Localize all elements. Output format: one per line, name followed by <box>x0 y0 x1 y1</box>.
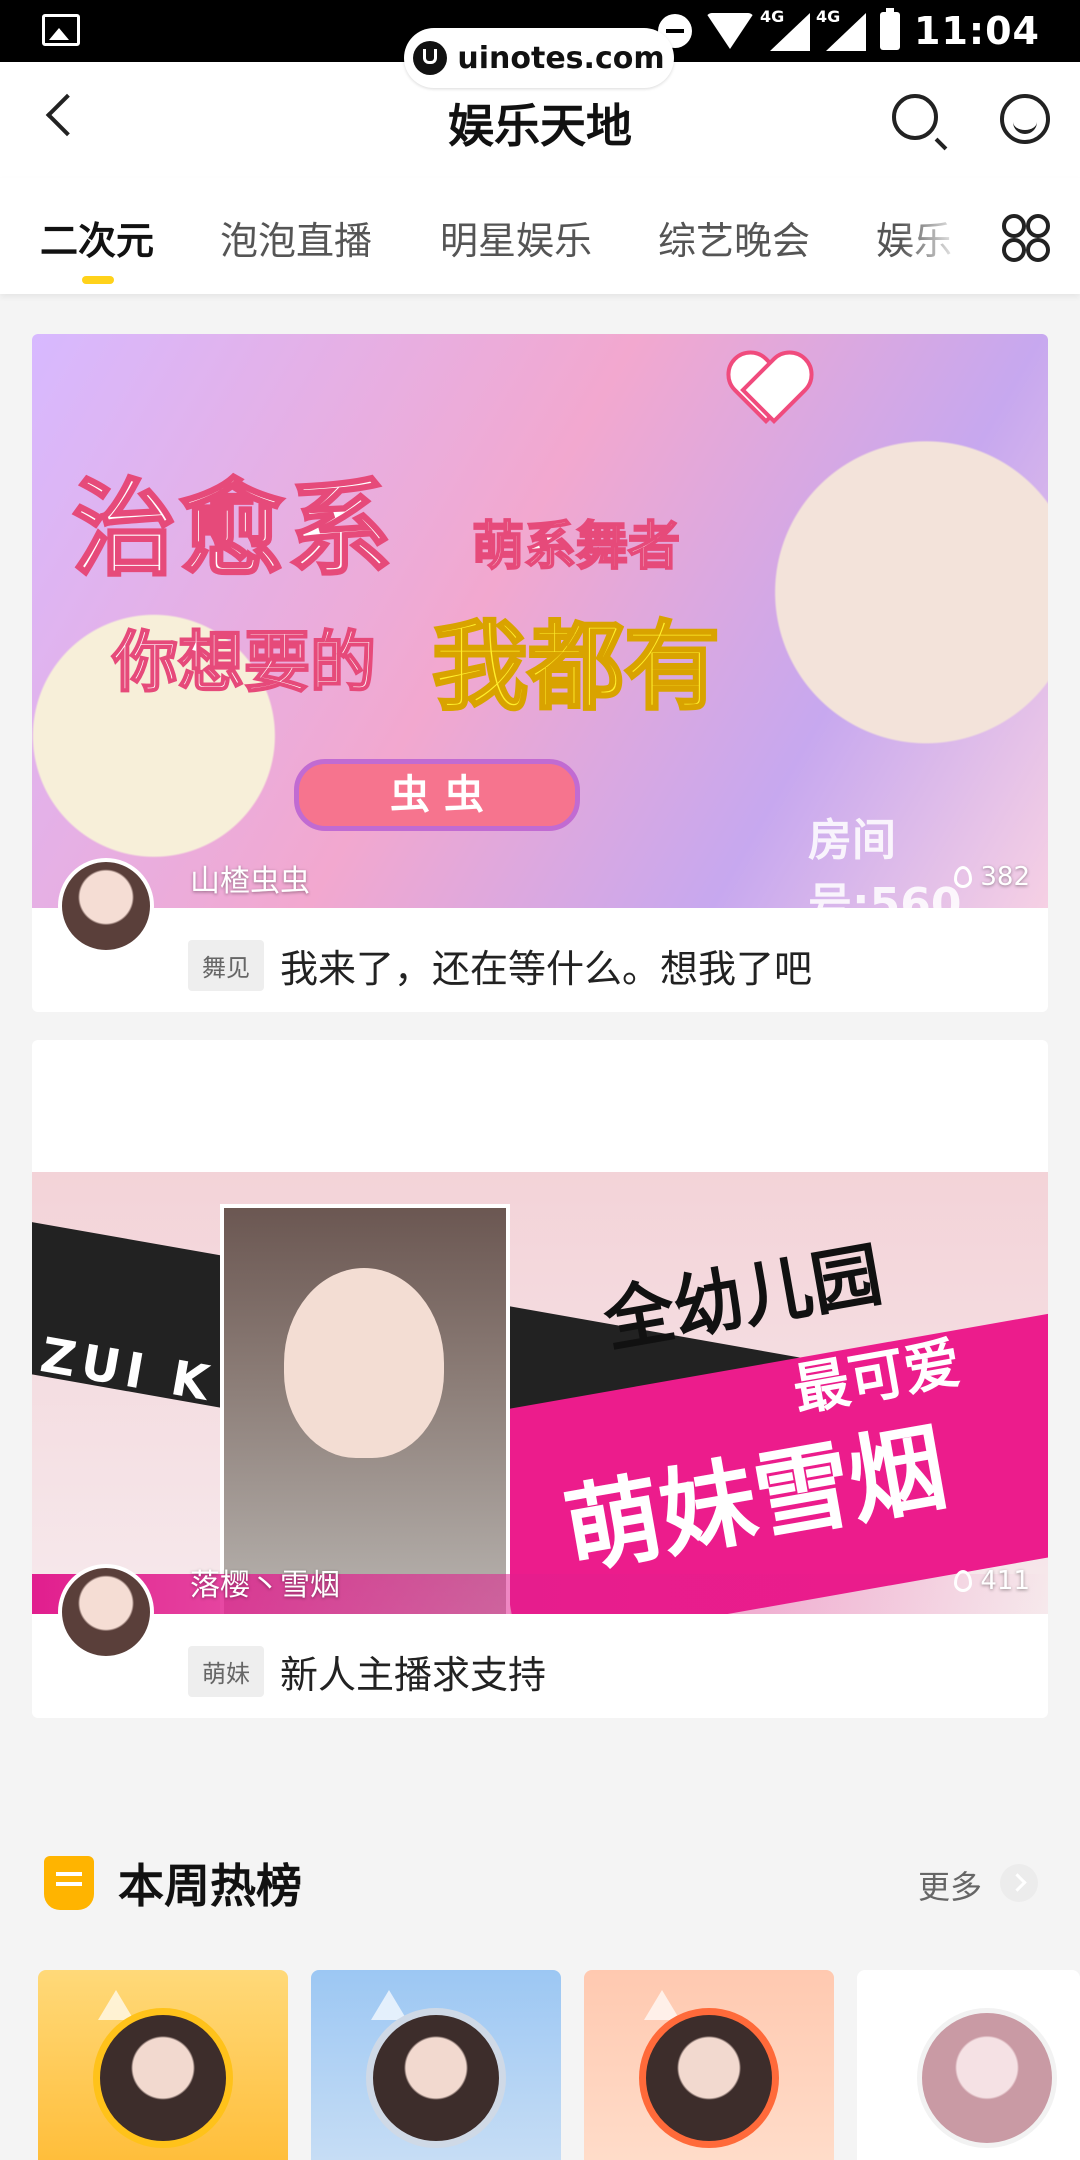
fire-icon <box>954 1570 973 1592</box>
live-cover-image[interactable]: ZUI K 全幼儿园 最可爱 萌妹雪烟 落樱丶雪烟 411 <box>32 1172 1048 1614</box>
fire-icon <box>954 866 973 888</box>
hot-rank-card-2[interactable] <box>311 1970 561 2160</box>
live-card[interactable]: ZUI K 全幼儿园 最可爱 萌妹雪烟 落樱丶雪烟 411 萌妹 新人主播求支持 <box>32 1040 1048 1718</box>
tab-variety-show[interactable]: 综艺晚会 <box>658 210 810 265</box>
live-card[interactable]: 治愈系 萌系舞者 你想要的 我都有 虫 虫 房间号:560 山楂虫虫 382 舞… <box>32 334 1048 1012</box>
card-caption-row: 萌妹 新人主播求支持 <box>188 1644 546 1699</box>
live-caption: 新人主播求支持 <box>280 1653 547 1697</box>
cover-text: 治愈系 <box>70 467 397 592</box>
streamer-avatar[interactable] <box>58 858 154 954</box>
more-link[interactable]: 更多 <box>918 1862 982 1908</box>
hot-rank-card-4[interactable] <box>857 1970 1080 2160</box>
card-caption-row: 舞见 我来了，还在等什么。想我了吧 <box>188 938 812 993</box>
rank-avatar <box>639 2008 779 2148</box>
heart-decoration <box>732 354 802 424</box>
hot-list-icon <box>44 1856 94 1910</box>
tab-erciyuan[interactable]: 二次元 <box>40 210 154 265</box>
rank-avatar <box>93 2008 233 2148</box>
category-tabs: 二次元 泡泡直播 明星娱乐 综艺晚会 娱乐 <box>0 178 1080 294</box>
watermark-badge: uinotes.com <box>404 28 674 88</box>
view-count: 382 <box>954 862 1030 892</box>
live-cover-image[interactable]: 治愈系 萌系舞者 你想要的 我都有 虫 虫 房间号:560 山楂虫虫 382 <box>32 334 1048 930</box>
search-icon[interactable] <box>892 94 938 140</box>
tab-star-entertainment[interactable]: 明星娱乐 <box>440 210 592 265</box>
section-title: 本周热榜 <box>118 1859 302 1913</box>
cover-text: 你想要的 <box>111 623 377 702</box>
chevron-right-icon[interactable] <box>1000 1864 1038 1902</box>
view-count-value: 411 <box>980 1566 1030 1596</box>
wifi-icon <box>706 13 755 49</box>
watermark-text: uinotes.com <box>457 40 665 76</box>
all-categories-icon[interactable] <box>1002 214 1050 262</box>
clock: 11:04 <box>914 9 1040 53</box>
hot-rank-card-1[interactable] <box>38 1970 288 2160</box>
hot-rank-card-3[interactable] <box>584 1970 834 2160</box>
gallery-notification-icon <box>42 14 80 46</box>
signal-icon: 4G <box>760 7 811 51</box>
tab-paopao-live[interactable]: 泡泡直播 <box>220 210 372 265</box>
view-count-value: 382 <box>980 862 1030 892</box>
cover-text: 我都有 <box>431 610 722 725</box>
streamer-photo <box>220 1204 510 1614</box>
cover-text: 萌系舞者 <box>471 516 681 578</box>
battery-icon <box>880 8 901 50</box>
status-icons: 4G 4G 11:04 <box>658 6 1040 56</box>
uinotes-logo-icon <box>413 41 448 75</box>
signal-icon: 4G <box>816 7 867 51</box>
streamer-name: 山楂虫虫 <box>190 864 310 899</box>
streamer-name: 落樱丶雪烟 <box>190 1568 340 1603</box>
live-caption: 我来了，还在等什么。想我了吧 <box>280 947 813 991</box>
streamer-avatar[interactable] <box>58 1564 154 1660</box>
tabs-fade <box>900 178 990 294</box>
category-tag: 萌妹 <box>188 1646 264 1697</box>
view-count: 411 <box>954 1566 1030 1596</box>
active-tab-indicator <box>82 276 114 284</box>
cover-decoration <box>32 1574 1048 1614</box>
rank-avatar <box>366 2008 506 2148</box>
cover-name-pill: 虫 虫 <box>294 759 580 831</box>
category-tag: 舞见 <box>188 940 264 991</box>
rank-avatar <box>917 2008 1057 2148</box>
smiley-icon[interactable] <box>1000 94 1050 144</box>
